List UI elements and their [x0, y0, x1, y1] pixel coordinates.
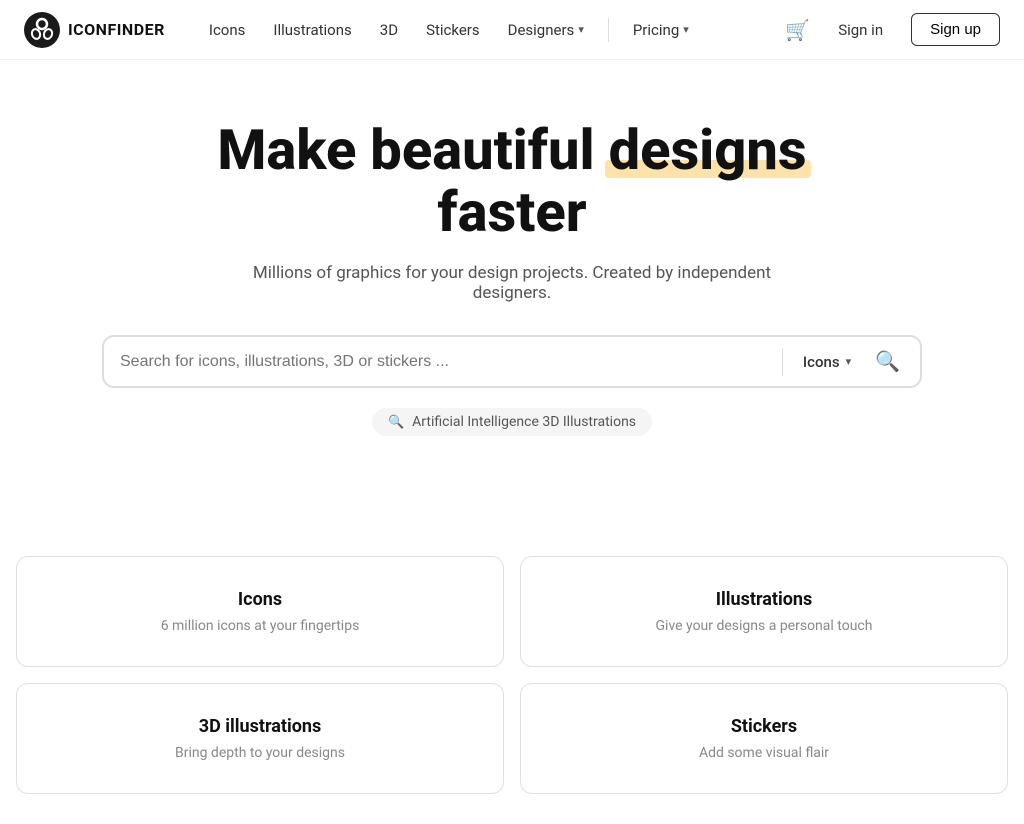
- nav-right: 🛒 Sign in Sign up: [785, 13, 1000, 46]
- nav-designers[interactable]: Designers ▾: [496, 13, 596, 47]
- signup-button[interactable]: Sign up: [911, 13, 1000, 46]
- nav-pricing[interactable]: Pricing ▾: [621, 13, 701, 47]
- hero-subtitle: Millions of graphics for your design pro…: [232, 263, 792, 303]
- logo-icon: [24, 12, 60, 48]
- hero-section: Make beautiful designs faster Millions o…: [0, 60, 1024, 476]
- logo[interactable]: ICONFINDER: [24, 12, 165, 48]
- signin-button[interactable]: Sign in: [822, 14, 899, 46]
- search-input[interactable]: [116, 347, 770, 377]
- nav-illustrations[interactable]: Illustrations: [261, 13, 363, 47]
- search-suggestion[interactable]: 🔍 Artificial Intelligence 3D Illustratio…: [372, 408, 652, 436]
- logo-text: ICONFINDER: [68, 20, 165, 39]
- designers-chevron-icon: ▾: [578, 23, 584, 36]
- category-illustrations[interactable]: Illustrations Give your designs a person…: [520, 556, 1008, 667]
- category-3d[interactable]: 3D illustrations Bring depth to your des…: [16, 683, 504, 794]
- nav-stickers[interactable]: Stickers: [414, 13, 492, 47]
- search-divider: [782, 348, 783, 376]
- nav-separator: [608, 18, 609, 42]
- suggestion-search-icon: 🔍: [388, 415, 404, 430]
- nav-links: Icons Illustrations 3D Stickers Designer…: [197, 13, 785, 47]
- nav-3d[interactable]: 3D: [368, 13, 410, 47]
- nav-icons[interactable]: Icons: [197, 13, 258, 47]
- search-bar: Icons ▾ 🔍: [102, 335, 922, 388]
- suggestion-label: Artificial Intelligence 3D Illustrations: [412, 414, 636, 430]
- hero-title: Make beautiful designs faster: [162, 120, 862, 243]
- category-stickers[interactable]: Stickers Add some visual flair: [520, 683, 1008, 794]
- hero-title-highlight: designs: [609, 120, 807, 182]
- search-icon: 🔍: [875, 349, 900, 374]
- search-type-dropdown[interactable]: Icons ▾: [795, 349, 859, 375]
- search-button[interactable]: 🔍: [867, 345, 908, 378]
- search-type-chevron-icon: ▾: [846, 355, 852, 368]
- categories-grid: Icons 6 million icons at your fingertips…: [0, 536, 1024, 824]
- navbar: ICONFINDER Icons Illustrations 3D Sticke…: [0, 0, 1024, 60]
- pricing-chevron-icon: ▾: [683, 23, 689, 36]
- search-type-label: Icons: [803, 353, 840, 371]
- category-icons[interactable]: Icons 6 million icons at your fingertips: [16, 556, 504, 667]
- cart-icon[interactable]: 🛒: [785, 18, 810, 42]
